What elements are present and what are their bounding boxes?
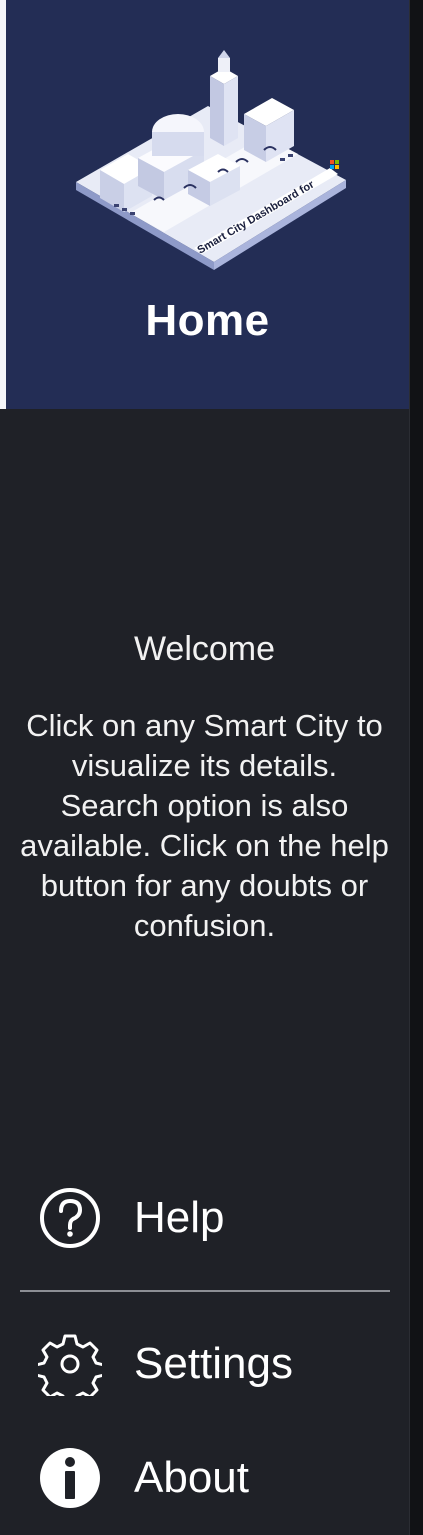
page-title: Home (145, 296, 270, 345)
help-circle-icon (38, 1186, 102, 1250)
navigation-drawer: Smart City Dashboard for Home Welcome Cl… (0, 0, 409, 1535)
gear-icon (38, 1332, 102, 1396)
menu-divider (20, 1290, 390, 1292)
menu-item-about[interactable]: About (0, 1433, 409, 1523)
content-edge (409, 0, 423, 1535)
info-icon (38, 1446, 102, 1510)
intro-text: Click on any Smart City to visualize its… (20, 708, 389, 943)
welcome-heading: Welcome (133, 630, 276, 668)
menu-item-settings[interactable]: Settings (0, 1319, 409, 1409)
menu-label-about: About (134, 1453, 249, 1502)
smart-city-illustration: Smart City Dashboard for (76, 50, 346, 270)
menu-label-settings: Settings (134, 1339, 293, 1388)
drawer-header: Smart City Dashboard for Home (6, 0, 409, 409)
menu-item-help[interactable]: Help (0, 1173, 409, 1263)
menu-label-help: Help (134, 1193, 225, 1242)
